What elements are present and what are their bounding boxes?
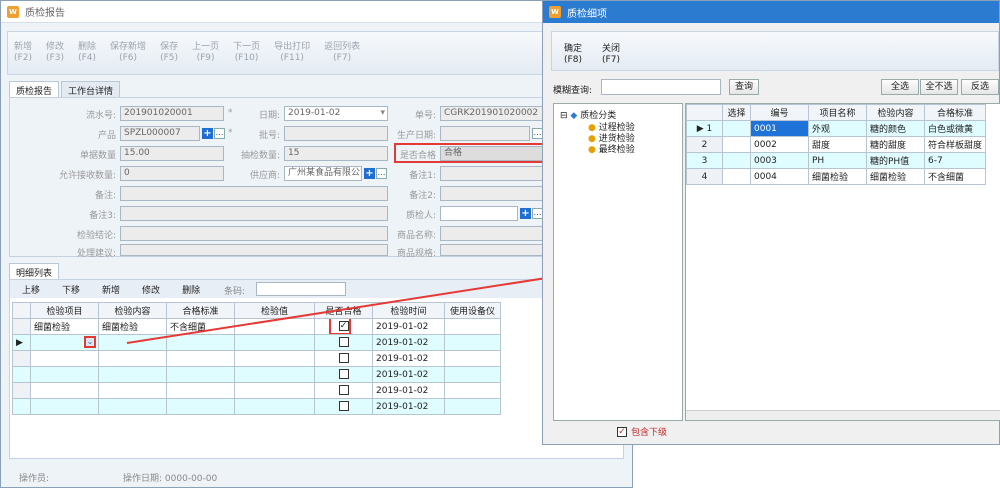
cell-code[interactable]: 0002 bbox=[750, 136, 809, 153]
list-item[interactable]: 2 0002 甜度 糖的甜度 符合样板甜度 bbox=[686, 136, 987, 153]
cell-content[interactable]: 细菌检验 bbox=[866, 168, 925, 185]
cell-select[interactable] bbox=[722, 168, 751, 185]
search-label: 模糊查询: bbox=[553, 86, 593, 96]
list-item[interactable]: ▶ 1 0001 外观 糖的颜色 白色或微黄 bbox=[686, 120, 987, 137]
row-header[interactable]: ▶ 1 bbox=[686, 120, 723, 137]
cell-name[interactable]: 细菌检验 bbox=[808, 168, 867, 185]
dialog-app-icon: W bbox=[549, 6, 561, 18]
cell-select[interactable] bbox=[722, 136, 751, 153]
horizontal-scrollbar[interactable] bbox=[686, 410, 1000, 420]
select-none-button[interactable]: 全不选 bbox=[920, 79, 958, 95]
item-grid: 选择 编号 项目名称 检验内容 合格标准 ▶ 1 0001 外观 糖的颜色 白色或微黄 2 0002… bbox=[686, 104, 987, 185]
row-header[interactable]: 4 bbox=[686, 168, 723, 185]
list-item[interactable]: 4 0004 细菌检验 细菌检验 不含细菌 bbox=[686, 168, 987, 185]
cell-select[interactable] bbox=[722, 152, 751, 169]
item-col-header[interactable]: 检验内容 bbox=[866, 104, 925, 121]
item-grid-panel: 选择 编号 项目名称 检验内容 合格标准 ▶ 1 0001 外观 糖的颜色 白色或微黄 2 0002… bbox=[685, 103, 1000, 421]
cell-content[interactable]: 糖的甜度 bbox=[866, 136, 925, 153]
row-header[interactable]: 3 bbox=[686, 152, 723, 169]
cell-select[interactable] bbox=[722, 120, 751, 137]
item-col-header[interactable]: 选择 bbox=[722, 104, 751, 121]
close-button[interactable]: 关闭 (F7) bbox=[602, 44, 620, 66]
quality-detail-dialog: W 质检细项 确定 (F8) 关闭 (F7) 模糊查询: 查询 全选 全不选 反选 … bbox=[542, 0, 1000, 445]
search-input[interactable] bbox=[601, 79, 721, 95]
cell-content[interactable]: 糖的颜色 bbox=[866, 120, 925, 137]
item-col-header[interactable]: 编号 bbox=[750, 104, 809, 121]
confirm-button[interactable]: 确定 (F8) bbox=[564, 44, 582, 66]
dialog-title: 质检细项 bbox=[567, 8, 607, 20]
category-tree: ⊟ ◆ 质检分类 ● 过程检验 ● 进货检验 ● 最终检验 bbox=[553, 103, 683, 421]
diamond-icon: ◆ bbox=[570, 111, 578, 121]
collapse-icon[interactable]: ⊟ bbox=[560, 111, 568, 121]
invert-selection-button[interactable]: 反选 bbox=[961, 79, 999, 95]
tree-node-final[interactable]: ● 最终检验 bbox=[588, 142, 635, 155]
search-button[interactable]: 查询 bbox=[729, 79, 759, 95]
cell-standard[interactable]: 符合样板甜度 bbox=[923, 136, 987, 153]
row-header-corner bbox=[686, 104, 723, 121]
dialog-titlebar: W 质检细项 bbox=[543, 1, 999, 23]
cell-content[interactable]: 糖的PH值 bbox=[866, 152, 925, 169]
cell-standard[interactable]: 6-7 bbox=[923, 152, 987, 169]
row-header[interactable]: 2 bbox=[686, 136, 723, 153]
cell-standard[interactable]: 不含细菌 bbox=[923, 168, 987, 185]
cell-name[interactable]: PH bbox=[808, 152, 867, 169]
include-sub-checkbox[interactable]: ✓ bbox=[617, 426, 627, 437]
node-icon: ● bbox=[588, 145, 596, 155]
cell-name[interactable]: 外观 bbox=[808, 120, 867, 137]
item-col-header[interactable]: 合格标准 bbox=[923, 104, 987, 121]
list-item[interactable]: 3 0003 PH 糖的PH值 6-7 bbox=[686, 152, 987, 169]
cell-code[interactable]: 0001 bbox=[750, 120, 809, 137]
include-sub-option[interactable]: ✓ 包含下级 bbox=[617, 425, 667, 438]
cell-code[interactable]: 0003 bbox=[750, 152, 809, 169]
item-col-header[interactable]: 项目名称 bbox=[808, 104, 867, 121]
select-all-button[interactable]: 全选 bbox=[881, 79, 919, 95]
dialog-toolbar: 确定 (F8) 关闭 (F7) bbox=[551, 31, 999, 71]
cell-standard[interactable]: 白色或微黄 bbox=[923, 120, 987, 137]
cell-code[interactable]: 0004 bbox=[750, 168, 809, 185]
cell-name[interactable]: 甜度 bbox=[808, 136, 867, 153]
